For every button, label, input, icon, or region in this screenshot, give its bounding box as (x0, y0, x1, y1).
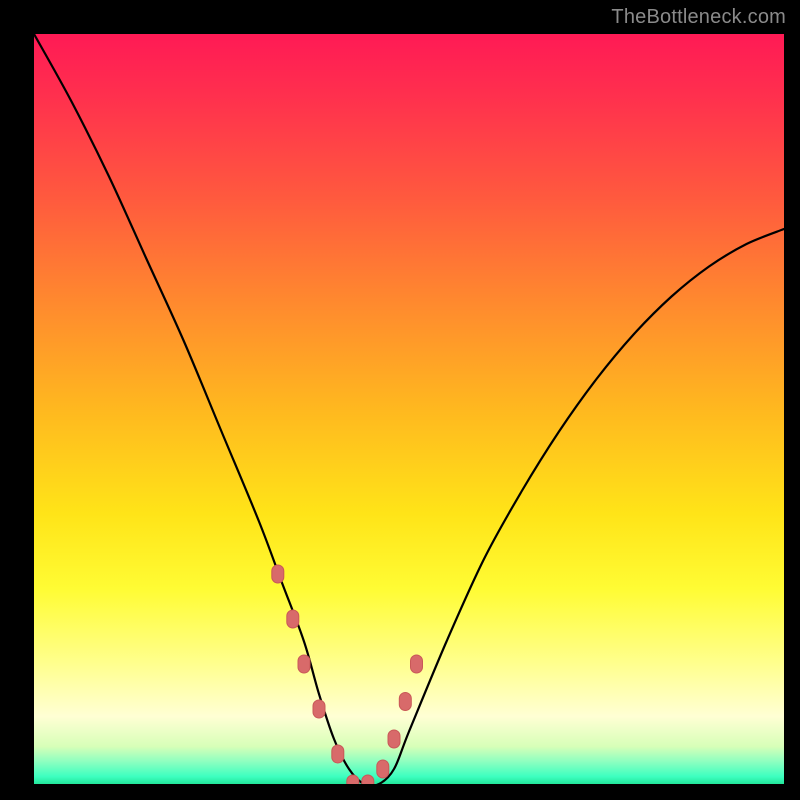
curve-marker (362, 775, 374, 784)
curve-marker (411, 655, 423, 673)
curve-marker (313, 700, 325, 718)
curve-marker (377, 760, 389, 778)
bottleneck-curve (34, 34, 784, 784)
curve-line (34, 34, 784, 784)
plot-area (34, 34, 784, 784)
curve-marker (399, 693, 411, 711)
curve-marker (388, 730, 400, 748)
curve-marker (347, 775, 359, 784)
curve-marker (287, 610, 299, 628)
chart-frame: TheBottleneck.com (0, 0, 800, 800)
curve-markers (272, 565, 423, 784)
curve-marker (298, 655, 310, 673)
curve-marker (332, 745, 344, 763)
watermark-text: TheBottleneck.com (611, 6, 786, 29)
curve-marker (272, 565, 284, 583)
